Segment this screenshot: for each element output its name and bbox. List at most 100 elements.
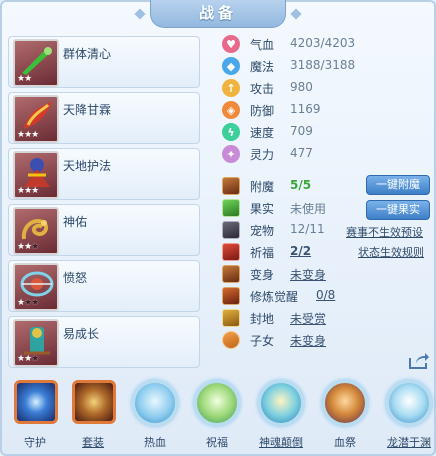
star-rating: ★★ — [17, 74, 32, 84]
skill-card[interactable]: ★★★ 神佑 — [8, 204, 200, 256]
skill-card-list: ★★ 群体清心 ★★★ 天降甘霖 ★★★ 天地护法 ★★★ 神佑 ★★★ 愤怒 — [8, 34, 202, 370]
slot-label: 果实 — [250, 202, 275, 216]
bottom-slot-label: 神魂颠倒 — [259, 436, 303, 449]
star-empty-icon: ★ — [31, 354, 39, 364]
bottom-slot-dragon[interactable]: 龙潜于渊 — [384, 376, 432, 454]
skill-thumbnail: ★★★ — [13, 207, 59, 255]
star-empty-icon: ★ — [31, 242, 39, 252]
spirit-icon: ✦ — [222, 145, 240, 163]
stat-row-defense: ◈ 防御 1169 — [220, 100, 430, 120]
sacrifice-icon — [322, 380, 368, 426]
skill-card[interactable]: ★★★ 易成长 — [8, 316, 200, 368]
passion-icon — [132, 380, 178, 426]
stat-row-hp: ♥ 气血 4203/4203 — [220, 34, 430, 54]
star-rating: ★★★ — [17, 130, 39, 140]
skill-card[interactable]: ★★ 群体清心 — [8, 36, 200, 88]
state-rule-link[interactable]: 状态生效规则 — [358, 244, 424, 260]
slot-value: 12/11 — [290, 222, 325, 236]
suit-icon — [72, 380, 116, 424]
skill-name: 天地护法 — [63, 159, 112, 173]
bottom-slot-label: 热血 — [144, 436, 166, 449]
bottom-slot-suit[interactable]: 套装 — [68, 376, 116, 454]
guardian-figure-icon — [24, 158, 50, 187]
flame-blade-icon — [24, 101, 52, 129]
stat-row-attack: ↑ 攻击 980 — [220, 78, 430, 98]
prayer-icon — [222, 243, 240, 261]
slot-label: 修炼觉醒 — [250, 290, 299, 304]
slot-row-fief[interactable]: 封地 未受赏 — [220, 308, 432, 328]
mana-icon: ◆ — [222, 57, 240, 75]
match-preset-link[interactable]: 赛事不生效预设 — [346, 224, 423, 240]
bottom-slot-label: 套装 — [82, 436, 104, 449]
stat-label: 防御 — [250, 104, 275, 118]
stat-label: 气血 — [250, 38, 275, 52]
pet-icon — [222, 221, 240, 239]
sword-icon — [22, 47, 52, 75]
star-filled-icon: ★ — [24, 74, 32, 84]
children-icon — [222, 331, 240, 349]
skill-card[interactable]: ★★★ 天降甘霖 — [8, 92, 200, 144]
stat-value: 3188/3188 — [290, 58, 356, 72]
bottom-slot-blessing[interactable]: 祝福 — [192, 376, 240, 454]
attack-icon: ↑ — [222, 79, 240, 97]
fruit-icon — [222, 199, 240, 217]
star-filled-icon: ★ — [31, 186, 39, 196]
skill-card[interactable]: ★★★ 愤怒 — [8, 260, 200, 312]
bottom-slot-guard[interactable]: 守护 — [10, 376, 58, 454]
slot-value: 未受赏 — [290, 312, 327, 326]
heart-icon: ♥ — [222, 35, 240, 53]
skill-thumbnail: ★★★ — [13, 263, 59, 311]
skill-thumbnail: ★★★ — [13, 319, 59, 367]
slot-value: 未变身 — [290, 334, 327, 348]
stat-value: 4203/4203 — [290, 36, 356, 50]
awakening-icon — [222, 287, 240, 305]
stat-value: 709 — [290, 124, 313, 138]
skill-name: 天降甘霖 — [63, 103, 112, 117]
blessing-icon — [194, 380, 240, 426]
stat-value: 1169 — [290, 102, 321, 116]
slot-label: 封地 — [250, 312, 275, 326]
slot-row-transform[interactable]: 变身 未变身 — [220, 264, 432, 284]
guard-icon — [14, 380, 58, 424]
bottom-slot-label: 龙潜于渊 — [387, 436, 431, 449]
stat-row-spirit: ✦ 灵力 477 — [220, 144, 430, 164]
bottom-slot-label: 祝福 — [206, 436, 228, 449]
bottom-slot-soul[interactable]: 神魂颠倒 — [256, 376, 304, 454]
slot-value: 2/2 — [290, 244, 312, 258]
growth-totem-icon — [24, 327, 50, 355]
slot-row-awakening[interactable]: 修炼觉醒 0/8 — [220, 286, 432, 306]
star-rating: ★★★ — [17, 186, 39, 196]
star-empty-icon: ★ — [31, 298, 39, 308]
transform-icon — [222, 265, 240, 283]
stat-row-mp: ◆ 魔法 3188/3188 — [220, 56, 430, 76]
star-rating: ★★★ — [17, 242, 39, 252]
slot-label: 变身 — [250, 268, 275, 282]
slot-row-children[interactable]: 子女 未变身 — [220, 330, 432, 350]
fruit-all-button[interactable]: 一键果实 — [366, 200, 430, 220]
stat-label: 灵力 — [250, 148, 275, 162]
slot-value: 未变身 — [290, 268, 327, 282]
defense-icon: ◈ — [222, 101, 240, 119]
bottom-slot-passion[interactable]: 热血 — [130, 376, 178, 454]
skill-thumbnail: ★★★ — [13, 151, 59, 199]
star-filled-icon: ★ — [31, 130, 39, 140]
bottom-slot-sacrifice[interactable]: 血祭 — [320, 376, 368, 454]
skill-card[interactable]: ★★★ 天地护法 — [8, 148, 200, 200]
bottom-skill-bar: 守护 套装 热血 祝福 神魂颠倒 血祭 龙潜于渊 — [4, 376, 432, 454]
stat-label: 魔法 — [250, 60, 275, 74]
skill-name: 神佑 — [63, 215, 88, 229]
serpent-icon — [21, 219, 49, 240]
enchant-all-button[interactable]: 一键附魔 — [366, 175, 430, 195]
bottom-slot-label: 守护 — [24, 436, 46, 449]
skill-name: 群体清心 — [63, 47, 112, 61]
share-icon[interactable] — [408, 352, 430, 370]
skill-name: 易成长 — [63, 327, 100, 341]
enchant-icon — [222, 177, 240, 195]
skill-thumbnail: ★★★ — [13, 95, 59, 143]
soul-icon — [258, 380, 304, 426]
rage-emblem-icon — [20, 271, 54, 297]
stat-label: 攻击 — [250, 82, 275, 96]
dragon-icon — [386, 380, 432, 426]
stat-value: 477 — [290, 146, 313, 160]
stat-value: 980 — [290, 80, 313, 94]
